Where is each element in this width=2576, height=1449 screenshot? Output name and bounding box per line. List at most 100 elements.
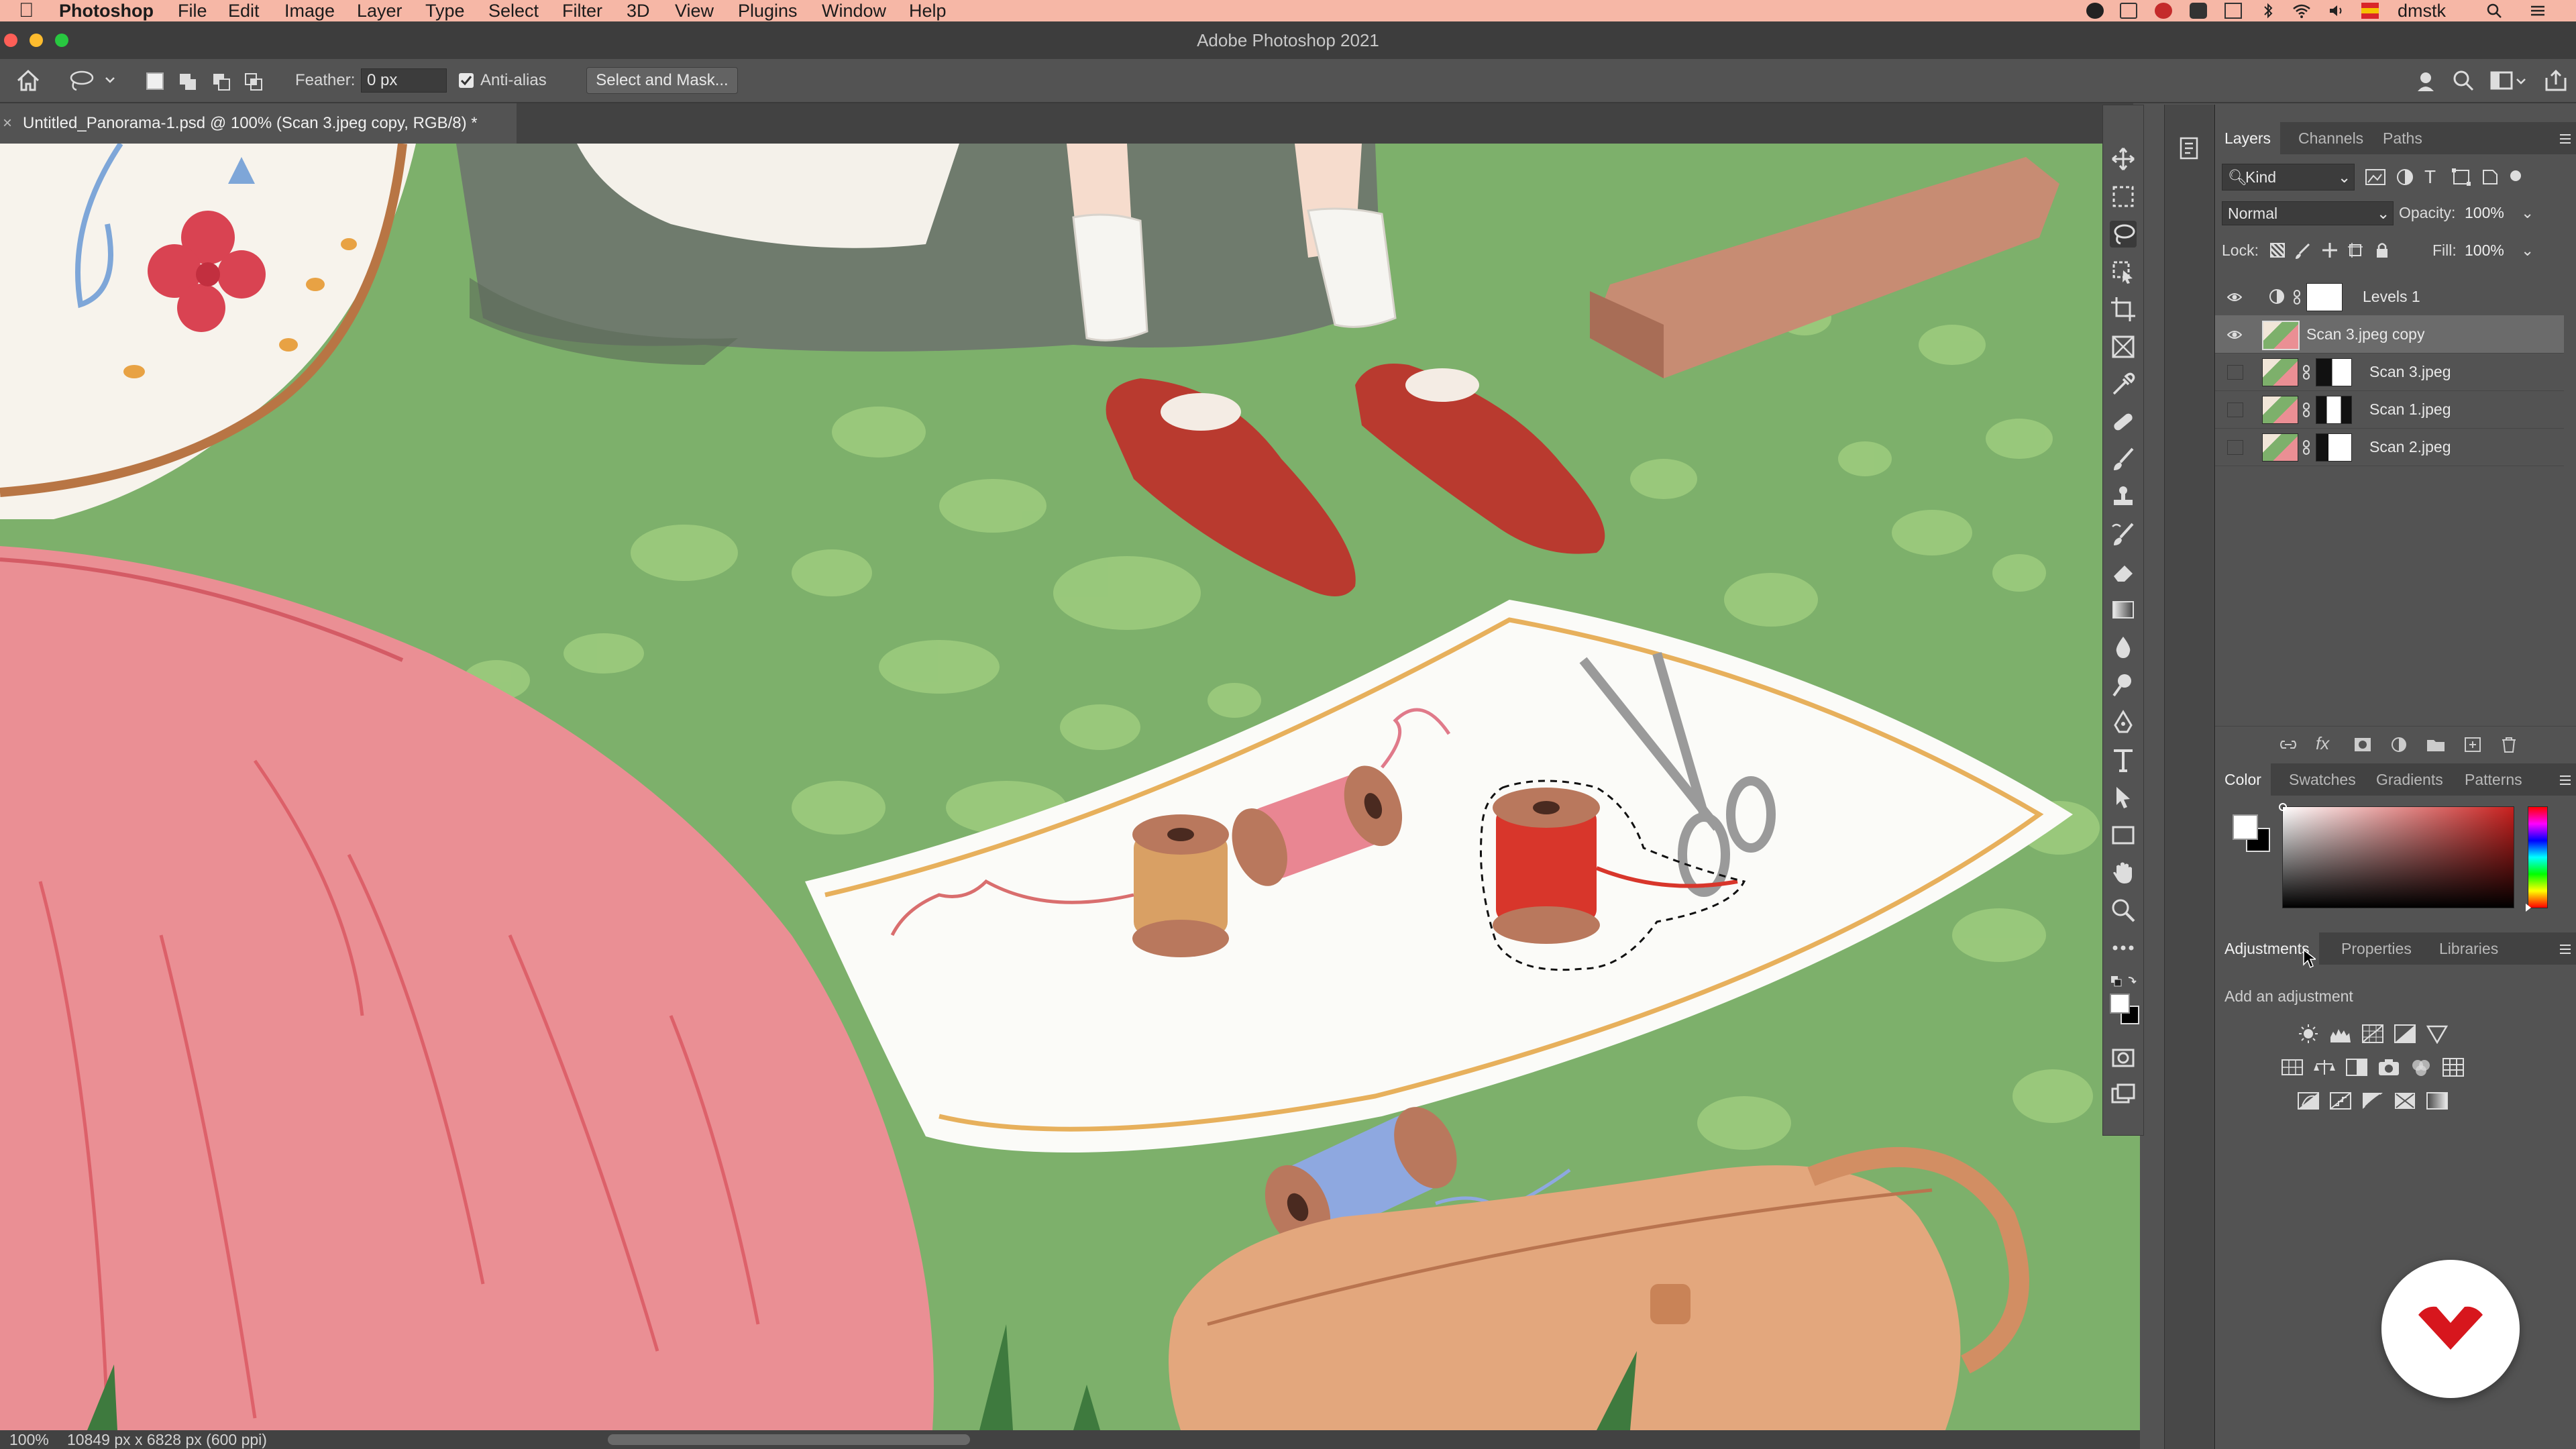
layer-filter-dropdown[interactable]: 🔍︎ Kind ⌄ — [2222, 164, 2355, 191]
tab-layers[interactable]: Layers — [2215, 122, 2281, 154]
healing-brush-tool-icon[interactable] — [2110, 409, 2137, 435]
learn-icon[interactable] — [2414, 68, 2438, 97]
menu-window[interactable]: Window — [822, 0, 886, 21]
foreground-background-color-swatch[interactable] — [2110, 994, 2141, 1027]
spotlight-search-icon[interactable] — [2486, 3, 2504, 19]
menu-select[interactable]: Select — [488, 0, 539, 21]
move-tool-icon[interactable] — [2110, 146, 2137, 172]
rectangle-tool-icon[interactable] — [2110, 822, 2137, 849]
threshold-icon[interactable] — [2361, 1091, 2384, 1111]
default-colors-icon[interactable] — [2110, 975, 2137, 994]
visibility-eye-icon[interactable] — [2226, 290, 2243, 303]
gradient-tool-icon[interactable] — [2110, 596, 2137, 623]
brightness-contrast-icon[interactable] — [2297, 1024, 2320, 1044]
new-layer-icon[interactable] — [2463, 736, 2482, 757]
tab-properties[interactable]: Properties — [2341, 932, 2412, 965]
volume-icon[interactable] — [2328, 3, 2345, 19]
chevron-down-icon[interactable]: ⌄ — [2521, 201, 2534, 224]
link-icon[interactable] — [2302, 365, 2310, 384]
filter-shape-icon[interactable] — [2451, 168, 2471, 190]
type-tool-icon[interactable] — [2110, 747, 2137, 773]
lock-artboard-icon[interactable] — [2347, 241, 2364, 262]
filter-smart-object-icon[interactable] — [2479, 168, 2500, 190]
lasso-tool-preset-icon[interactable] — [67, 68, 115, 97]
selective-color-icon[interactable] — [2394, 1091, 2416, 1111]
filter-pixel-icon[interactable] — [2364, 168, 2387, 190]
anti-alias-checkbox[interactable] — [459, 73, 474, 88]
menu-3d[interactable]: 3D — [627, 0, 650, 21]
crop-tool-icon[interactable] — [2110, 296, 2137, 323]
gradient-map-icon[interactable] — [2426, 1091, 2449, 1111]
hue-slider[interactable] — [2526, 806, 2548, 912]
menu-help[interactable]: Help — [909, 0, 947, 21]
home-icon[interactable] — [15, 67, 42, 99]
hue-slider-handle[interactable] — [2526, 904, 2531, 912]
screen-mode-icon[interactable] — [2110, 1082, 2137, 1109]
select-and-mask-button[interactable]: Select and Mask... — [586, 67, 738, 94]
panel-menu-icon[interactable] — [2559, 773, 2572, 791]
zoom-tool-icon[interactable] — [2110, 897, 2137, 924]
history-brush-tool-icon[interactable] — [2110, 521, 2137, 548]
layer-thumbnail[interactable] — [2262, 358, 2298, 386]
black-white-icon[interactable] — [2345, 1057, 2368, 1077]
history-panel-icon[interactable] — [2176, 134, 2202, 164]
link-icon[interactable] — [2302, 402, 2310, 421]
curves-icon[interactable] — [2361, 1024, 2384, 1044]
close-tab-icon[interactable]: × — [3, 103, 12, 144]
color-panel-fg-bg-swatch[interactable] — [2233, 814, 2274, 856]
menu-type[interactable]: Type — [425, 0, 465, 21]
panel-menu-icon[interactable] — [2559, 131, 2572, 150]
quick-mask-icon[interactable] — [2110, 1044, 2137, 1071]
lock-image-pixels-icon[interactable] — [2294, 241, 2312, 262]
new-selection-icon[interactable] — [146, 72, 164, 90]
visibility-toggle-empty[interactable] — [2227, 440, 2243, 455]
vibrance-icon[interactable] — [2426, 1024, 2449, 1044]
tab-swatches[interactable]: Swatches — [2289, 763, 2356, 796]
s-app-icon[interactable] — [2190, 3, 2207, 19]
frame-tool-icon[interactable] — [2110, 333, 2137, 360]
color-lookup-icon[interactable] — [2442, 1057, 2465, 1077]
blur-tool-icon[interactable] — [2110, 634, 2137, 661]
tab-libraries[interactable]: Libraries — [2439, 932, 2498, 965]
layer-row-scan-3[interactable]: Scan 3.jpeg — [2215, 353, 2564, 391]
visibility-toggle-empty[interactable] — [2227, 365, 2243, 380]
flag-icon[interactable] — [2361, 3, 2379, 19]
chevron-down-icon[interactable]: ⌄ — [2521, 239, 2534, 262]
photo-filter-icon[interactable] — [2377, 1057, 2400, 1077]
share-icon[interactable] — [2542, 68, 2569, 97]
menu-plugins[interactable]: Plugins — [738, 0, 798, 21]
document-info[interactable]: 10849 px x 6828 px (600 ppi) — [67, 1430, 267, 1449]
tab-patterns[interactable]: Patterns — [2465, 763, 2522, 796]
creative-cloud-icon[interactable] — [2086, 3, 2104, 19]
lock-position-icon[interactable] — [2321, 241, 2339, 262]
bluetooth-icon[interactable] — [2259, 3, 2277, 19]
layer-mask-thumbnail[interactable] — [2316, 396, 2352, 424]
path-selection-tool-icon[interactable] — [2110, 784, 2137, 811]
visibility-toggle-empty[interactable] — [2227, 402, 2243, 417]
layer-row-scan-3-copy[interactable]: Scan 3.jpeg copy — [2215, 315, 2564, 354]
panel-menu-icon[interactable] — [2559, 942, 2572, 960]
more-tools-icon[interactable] — [2110, 934, 2137, 961]
color-saturation-field[interactable] — [2279, 803, 2514, 908]
document-canvas[interactable] — [0, 144, 2140, 1430]
add-layer-mask-icon[interactable] — [2353, 736, 2372, 757]
intersect-selection-icon[interactable] — [244, 72, 263, 91]
user-name[interactable]: dmstk — [2398, 0, 2446, 21]
feather-input[interactable]: 0 px — [361, 68, 447, 93]
layer-row-levels-1[interactable]: Levels 1 — [2215, 278, 2564, 316]
new-adjustment-layer-icon[interactable] — [2390, 736, 2408, 757]
fill-input[interactable]: 100% — [2465, 239, 2513, 262]
pen-tool-icon[interactable] — [2110, 709, 2137, 736]
dodge-tool-icon[interactable] — [2110, 672, 2137, 698]
eraser-tool-icon[interactable] — [2110, 559, 2137, 586]
brush-tool-icon[interactable] — [2110, 446, 2137, 473]
menu-image[interactable]: Image — [284, 0, 335, 21]
hue-saturation-icon[interactable] — [2281, 1057, 2304, 1077]
add-to-selection-icon[interactable] — [178, 72, 197, 91]
screen-record-icon[interactable] — [2120, 3, 2137, 19]
workspace-icon[interactable] — [2490, 68, 2528, 97]
apple-menu-icon[interactable]:  — [19, 0, 34, 21]
control-center-icon[interactable] — [2529, 3, 2546, 19]
invert-icon[interactable] — [2297, 1091, 2320, 1111]
search-icon[interactable] — [2451, 68, 2475, 97]
